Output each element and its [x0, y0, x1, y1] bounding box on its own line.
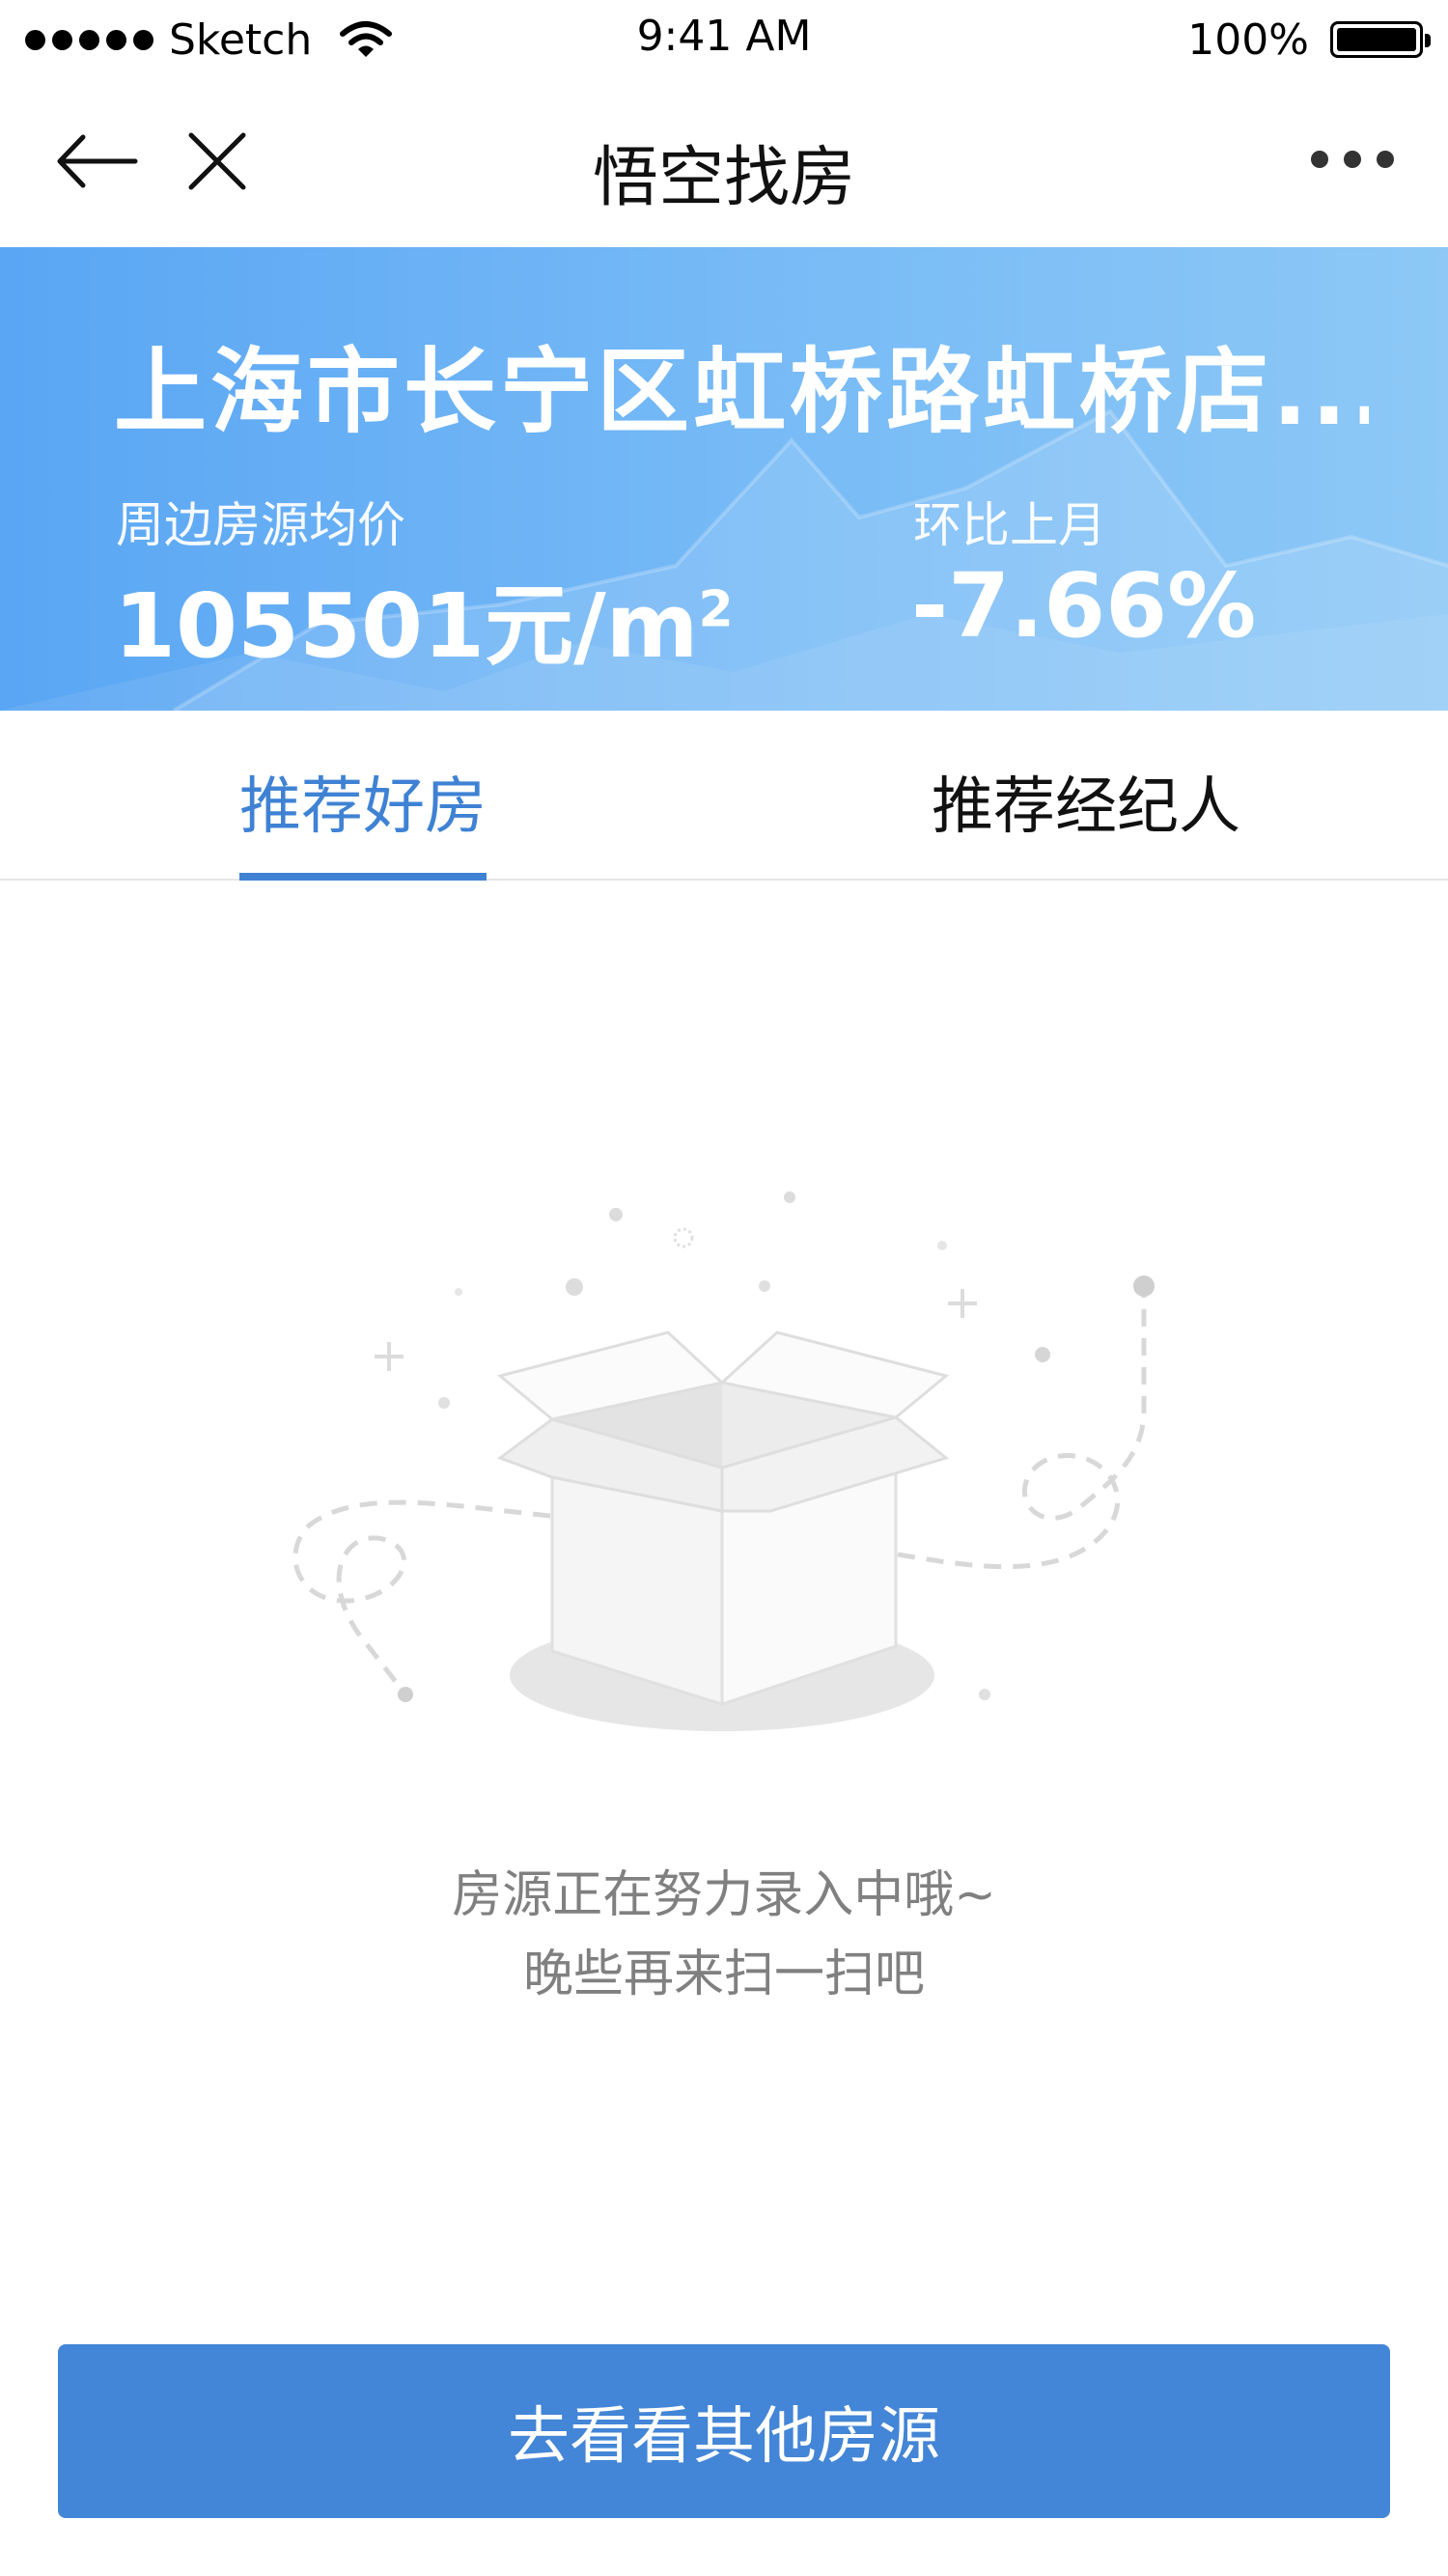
- view-other-houses-button[interactable]: 去看看其他房源: [58, 2344, 1390, 2518]
- mom-label: 环比上月: [913, 497, 1106, 553]
- tab-recommended-agents[interactable]: 推荐经纪人: [932, 757, 1240, 846]
- avg-price-value: 105501元/m2: [114, 574, 734, 678]
- battery-icon: [1330, 21, 1431, 58]
- empty-box-icon: [292, 1191, 1155, 1731]
- status-bar: Sketch 9:41 AM 100%: [0, 0, 1448, 77]
- tab-active-indicator: [239, 873, 487, 881]
- tab-bar: 推荐好房 推荐经纪人: [0, 711, 1448, 881]
- tab-recommended-houses[interactable]: 推荐好房: [239, 757, 487, 846]
- unit-superscript: 2: [698, 580, 734, 639]
- more-dots-icon[interactable]: [1311, 151, 1394, 168]
- store-title: 上海市长宁区虹桥路虹桥店...: [114, 338, 1369, 446]
- price-banner: 上海市长宁区虹桥路虹桥店... 周边房源均价 105501元/m2 环比上月 -…: [0, 247, 1448, 711]
- status-right: 100%: [1187, 14, 1431, 66]
- battery-percentage: 100%: [1187, 14, 1309, 65]
- app-screen: Sketch 9:41 AM 100% 悟空找房 上海市长宁区虹桥路虹桥店...…: [0, 0, 1448, 2576]
- mom-value: -7.66%: [911, 554, 1257, 658]
- empty-state-message-line1: 房源正在努力录入中哦~: [452, 1866, 996, 1924]
- navigation-bar: 悟空找房: [0, 77, 1448, 247]
- empty-state-message-line2: 晚些再来扫一扫吧: [522, 1946, 925, 2003]
- page-title: 悟空找房: [592, 140, 855, 216]
- avg-price-label: 周边房源均价: [116, 497, 405, 553]
